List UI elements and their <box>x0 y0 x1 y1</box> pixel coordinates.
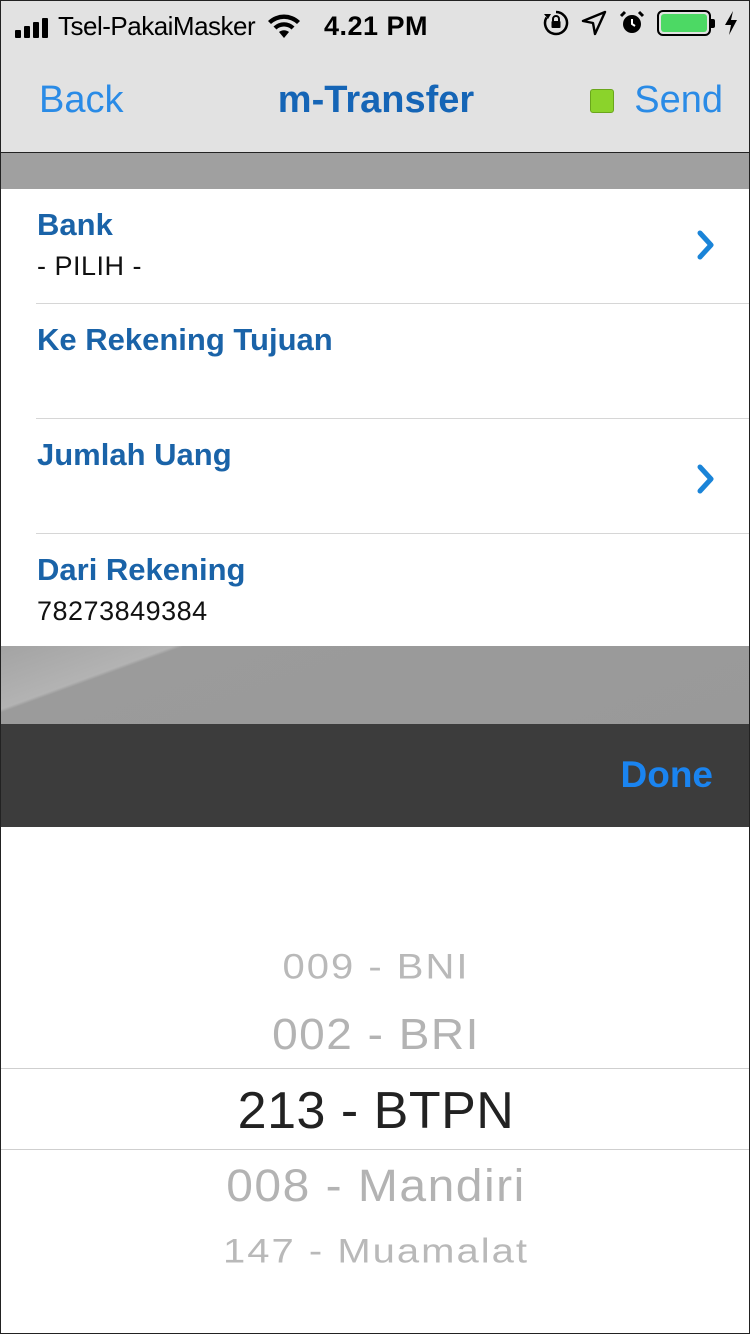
battery-level <box>661 14 707 32</box>
picker-option[interactable]: 147 - Muamalat <box>1 1232 749 1271</box>
done-button[interactable]: Done <box>621 754 714 796</box>
source-account-value: 78273849384 <box>37 596 208 626</box>
destination-account-label: Ke Rekening Tujuan <box>37 322 333 357</box>
bank-row[interactable]: Bank - PILIH - <box>36 189 749 304</box>
send-status-indicator <box>590 88 615 113</box>
source-account-label: Dari Rekening <box>37 552 246 587</box>
app-screen: Tsel-PakaiMasker 4.21 PM Back m-Transfer… <box>0 0 750 1334</box>
send-button[interactable]: Send <box>634 79 723 122</box>
navigation-bar: Back m-Transfer Send <box>1 51 749 153</box>
charging-icon <box>725 11 737 35</box>
picker-option[interactable]: 002 - BRI <box>1 1009 749 1060</box>
picker-option[interactable]: 009 - BNI <box>1 948 749 988</box>
bank-value: - PILIH - <box>37 251 143 281</box>
status-right <box>543 10 739 36</box>
picker-option[interactable]: 008 - Mandiri <box>1 1161 749 1213</box>
destination-account-row[interactable]: Ke Rekening Tujuan <box>36 304 749 419</box>
status-bar: Tsel-PakaiMasker 4.21 PM <box>1 1 749 51</box>
form-footer-band <box>1 646 749 724</box>
send-group: Send <box>590 79 723 122</box>
orientation-lock-icon <box>543 10 569 36</box>
chevron-right-icon <box>697 464 714 494</box>
bank-label: Bank <box>37 207 113 242</box>
chevron-right-icon <box>697 230 714 260</box>
alarm-icon <box>619 10 645 33</box>
amount-label: Jumlah Uang <box>37 437 232 472</box>
bank-picker[interactable]: 009 - BNI 002 - BRI 213 - BTPN 008 - Man… <box>1 827 749 1333</box>
location-icon <box>581 10 607 36</box>
picker-option-selected[interactable]: 213 - BTPN <box>1 1081 749 1141</box>
picker-toolbar: Done <box>1 724 749 827</box>
battery-icon <box>657 10 715 36</box>
transfer-form: Bank - PILIH - Ke Rekening Tujuan Jumlah… <box>1 189 749 648</box>
amount-row[interactable]: Jumlah Uang <box>36 419 749 534</box>
source-account-row[interactable]: Dari Rekening 78273849384 <box>36 534 749 648</box>
section-separator <box>1 153 749 189</box>
